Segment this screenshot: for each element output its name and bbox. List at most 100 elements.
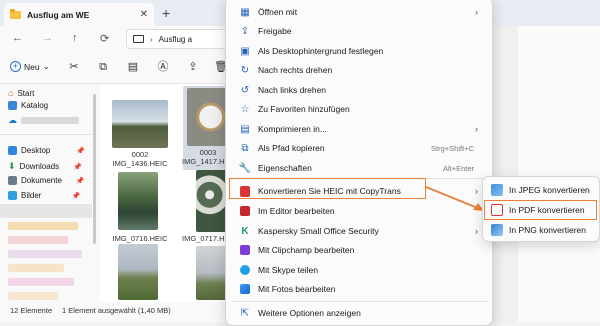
wrench-icon: 🔧 <box>238 162 252 174</box>
navigation-pane: ⌂ Start Katalog ☁ Desktop 📌 ⬇ Downloads … <box>0 84 100 304</box>
context-menu: ▦ Öffnen mit › ⇪ Freigabe ▣ Als Desktoph… <box>225 0 493 326</box>
download-icon: ⬇ <box>8 161 16 171</box>
back-button[interactable]: ← <box>12 32 23 44</box>
highlight-box-pdf <box>484 200 597 220</box>
chevron-down-icon: ⌄ <box>42 61 50 71</box>
menu-item-properties[interactable]: 🔧 Eigenschaften Alt+Enter <box>232 158 488 178</box>
sidebar-item-folder[interactable] <box>8 222 78 230</box>
background-panel <box>518 26 600 322</box>
menu-item-rotate-right[interactable]: ↻ Nach rechts drehen <box>232 60 488 80</box>
paste-icon[interactable]: ▤ <box>127 61 139 73</box>
sidebar-item-katalog[interactable]: Katalog <box>8 101 48 110</box>
file-name[interactable]: 0002 IMG_1436.HEIC <box>102 150 178 168</box>
file-list: 0002 IMG_1436.HEIC 0003 IMG_1417.HEIC IM… <box>100 84 234 304</box>
wallpaper-icon: ▣ <box>240 45 250 57</box>
desktop-icon <box>8 146 17 155</box>
tab-ausflug[interactable]: Ausflug am WE ✕ <box>4 3 154 26</box>
menu-item-kaspersky[interactable]: K Kaspersky Small Office Security › <box>232 221 488 241</box>
sidebar-item-onedrive[interactable]: ☁ <box>8 115 79 126</box>
file-thumbnail[interactable] <box>118 244 158 300</box>
menu-item-photos[interactable]: Mit Fotos bearbeiten <box>232 279 488 299</box>
refresh-button[interactable]: ⟳ <box>100 32 109 45</box>
menu-item-open-with[interactable]: ▦ Öffnen mit › <box>232 2 488 22</box>
add-tab-button[interactable]: + <box>162 5 170 21</box>
sidebar-item-folder[interactable] <box>8 278 74 286</box>
selection-info: 1 Element ausgewählt (1,40 MB) <box>62 306 171 315</box>
address-text: Ausflug a <box>158 34 193 44</box>
callout-arrow <box>425 186 484 211</box>
sidebar-item-folder[interactable] <box>8 292 58 300</box>
cut-icon[interactable]: ✂ <box>68 61 80 73</box>
forward-button[interactable]: → <box>42 32 53 44</box>
sidebar-item-desktop[interactable]: Desktop 📌 <box>8 146 85 155</box>
tab-title: Ausflug am WE <box>27 9 90 20</box>
sidebar-item-start[interactable]: ⌂ Start <box>8 88 34 98</box>
skype-icon <box>238 263 252 277</box>
sidebar-item-selected[interactable] <box>0 204 92 218</box>
sidebar-item-folder[interactable] <box>8 264 64 272</box>
menu-item-copy-path[interactable]: ⧉ Als Pfad kopieren Strg+Shift+C <box>232 138 488 158</box>
new-label: Neu <box>24 61 40 72</box>
sidebar-item-folder[interactable] <box>8 250 82 258</box>
menu-item-clipchamp[interactable]: Mit Clipchamp bearbeiten <box>232 240 488 260</box>
copy-icon[interactable]: ⧉ <box>97 61 109 73</box>
submenu-item-jpeg[interactable]: In JPEG konvertieren <box>487 181 599 199</box>
copy-path-icon: ⧉ <box>241 142 249 154</box>
up-button[interactable]: ↑ <box>72 32 78 44</box>
close-icon[interactable]: ✕ <box>140 9 148 20</box>
sidebar-item-downloads[interactable]: ⬇ Downloads 📌 <box>8 161 82 172</box>
pin-icon[interactable]: 📌 <box>76 177 85 185</box>
pin-icon[interactable]: 📌 <box>71 192 80 200</box>
shortcut-label: Strg+Shift+C <box>431 143 474 153</box>
sidebar-item-bilder[interactable]: Bilder 📌 <box>8 191 80 200</box>
breadcrumb-arrow: › <box>150 34 153 44</box>
zip-icon: ▤ <box>240 123 250 135</box>
file-thumbnail[interactable] <box>118 172 158 230</box>
rename-icon[interactable]: Ⓐ <box>157 61 169 73</box>
arrow-line <box>425 186 481 210</box>
open-with-icon: ▦ <box>240 6 250 18</box>
chevron-right-icon: › <box>475 7 478 17</box>
file-thumbnail[interactable] <box>112 100 168 148</box>
plus-icon: + <box>10 61 21 72</box>
folder-icon <box>10 8 21 19</box>
chevron-right-icon: › <box>475 124 478 134</box>
file-name[interactable]: IMG_0716.HEIC <box>102 234 178 243</box>
submenu-item-png[interactable]: In PNG konvertieren <box>487 221 599 239</box>
cloud-icon: ☁ <box>8 115 17 125</box>
file-thumbnail[interactable] <box>187 88 230 146</box>
menu-item-share[interactable]: ⇪ Freigabe <box>232 21 488 41</box>
star-icon: ☆ <box>240 103 250 115</box>
clipchamp-icon <box>238 243 252 257</box>
chevron-right-icon: › <box>475 226 478 236</box>
jpeg-icon <box>491 184 503 196</box>
shortcut-label: Alt+Enter <box>442 163 474 173</box>
document-icon <box>8 176 17 185</box>
menu-item-set-wallpaper[interactable]: ▣ Als Desktophintergrund festlegen <box>232 41 488 61</box>
home-icon: ⌂ <box>8 88 14 98</box>
gallery-icon <box>8 101 17 110</box>
item-count: 12 Elemente <box>10 306 53 315</box>
pin-icon[interactable]: 📌 <box>76 147 85 155</box>
menu-item-rotate-left[interactable]: ↺ Nach links drehen <box>232 80 488 100</box>
share-toolbar-icon[interactable]: ⇪ <box>187 61 199 73</box>
png-icon <box>491 224 503 236</box>
photos-icon <box>238 282 252 296</box>
menu-item-compress[interactable]: ▤ Komprimieren in... › <box>232 119 488 139</box>
pictures-icon <box>8 191 17 200</box>
background-window <box>480 26 600 322</box>
editor-icon <box>238 204 252 218</box>
new-button[interactable]: + Neu ⌄ <box>10 61 50 72</box>
menu-item-more-options[interactable]: ⇱ Weitere Optionen anzeigen <box>232 303 488 323</box>
pin-icon[interactable]: 📌 <box>73 163 82 171</box>
divider <box>0 134 92 135</box>
highlight-box <box>229 178 426 199</box>
share-icon: ⇪ <box>240 25 250 37</box>
more-options-icon: ⇱ <box>240 307 250 319</box>
menu-item-skype[interactable]: Mit Skype teilen <box>232 260 488 280</box>
menu-separator <box>232 301 488 302</box>
menu-item-add-favorite[interactable]: ☆ Zu Favoriten hinzufügen <box>232 99 488 119</box>
sidebar-item-folder[interactable] <box>8 236 68 244</box>
sidebar-item-dokumente[interactable]: Dokumente 📌 <box>8 176 85 185</box>
sidebar-scrollbar[interactable] <box>93 94 96 244</box>
